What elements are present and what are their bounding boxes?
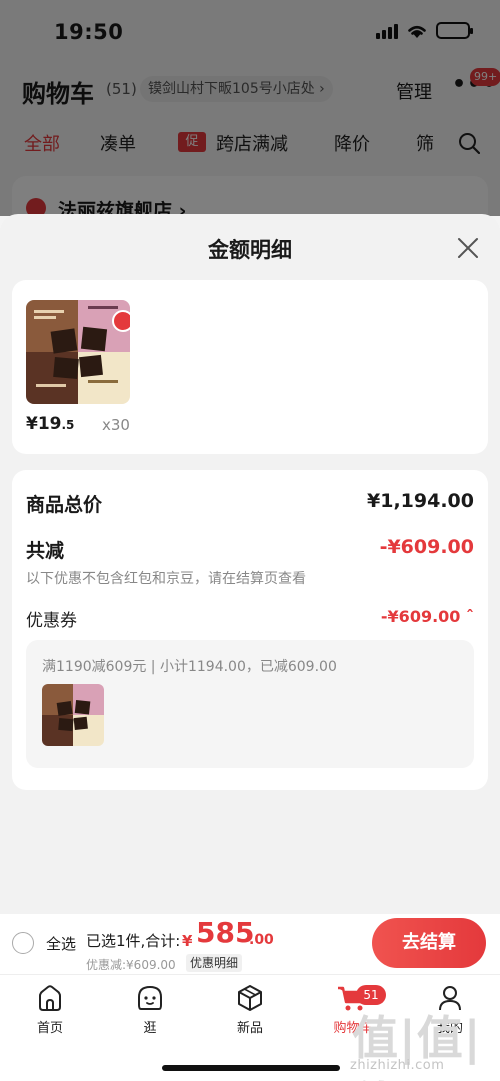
- tab-new[interactable]: 新品: [215, 983, 285, 1036]
- total-currency: ¥: [182, 932, 193, 950]
- discount-note: 以下优惠不包含红包和京豆，请在结算页查看: [26, 571, 306, 587]
- selected-check-icon: [112, 310, 130, 332]
- tab-browse[interactable]: 逛: [115, 983, 185, 1036]
- coupon-detail-box: 满1190减609元 | 小计1194.00，已减609.00: [26, 640, 474, 768]
- select-all-label[interactable]: 全选: [46, 933, 76, 954]
- selected-summary: 已选1件,合计:: [86, 932, 181, 950]
- total-amount-decimal: .00: [249, 932, 274, 948]
- product-card: ¥19.5 x30: [12, 280, 488, 454]
- tab-browse-label: 逛: [143, 1021, 157, 1036]
- dim-overlay[interactable]: [0, 0, 500, 216]
- coupon-label: 优惠券: [26, 611, 77, 631]
- product-quantity: x30: [102, 416, 130, 434]
- home-icon: [39, 985, 61, 1011]
- browse-icon: [138, 985, 162, 1010]
- watermark-text: zhizhizhi.com: [350, 1058, 445, 1073]
- product-image[interactable]: [26, 300, 130, 404]
- tab-home[interactable]: 首页: [15, 983, 85, 1036]
- checkout-button[interactable]: 去结算: [372, 918, 486, 968]
- coupon-product-image: [42, 684, 104, 746]
- home-indicator: [162, 1065, 340, 1071]
- tab-new-label: 新品: [236, 1021, 263, 1036]
- discount-detail-link[interactable]: 优惠明细: [186, 954, 243, 972]
- coupon-description: 满1190减609元 | 小计1194.00，已减609.00: [42, 659, 337, 675]
- amount-detail-sheet: 金额明细 ¥19.5 x30 商品总价 ¥1,194.00 共减 -¥609.0…: [0, 214, 500, 914]
- product-price: ¥19.5: [26, 414, 75, 434]
- box-icon: [238, 985, 262, 1011]
- total-label: 商品总价: [26, 494, 103, 516]
- total-amount: 585: [196, 916, 255, 949]
- discount-label: 共减: [26, 540, 65, 562]
- discount-summary: 优惠减:¥609.00: [86, 958, 176, 972]
- close-icon[interactable]: [456, 236, 480, 260]
- select-all-radio[interactable]: [12, 932, 34, 954]
- tab-home-label: 首页: [36, 1021, 63, 1036]
- price-summary-card: 商品总价 ¥1,194.00 共减 -¥609.00 以下优惠不包含红包和京豆，…: [12, 470, 488, 790]
- sheet-title: 金额明细: [208, 238, 292, 262]
- checkout-bar: 全选 已选1件,合计: ¥ 585 .00 优惠减:¥609.00 优惠明细 去…: [0, 914, 500, 974]
- discount-value: -¥609.00: [379, 536, 474, 558]
- coupon-toggle[interactable]: -¥609.00 ˆ: [381, 607, 474, 626]
- total-value: ¥1,194.00: [367, 490, 474, 512]
